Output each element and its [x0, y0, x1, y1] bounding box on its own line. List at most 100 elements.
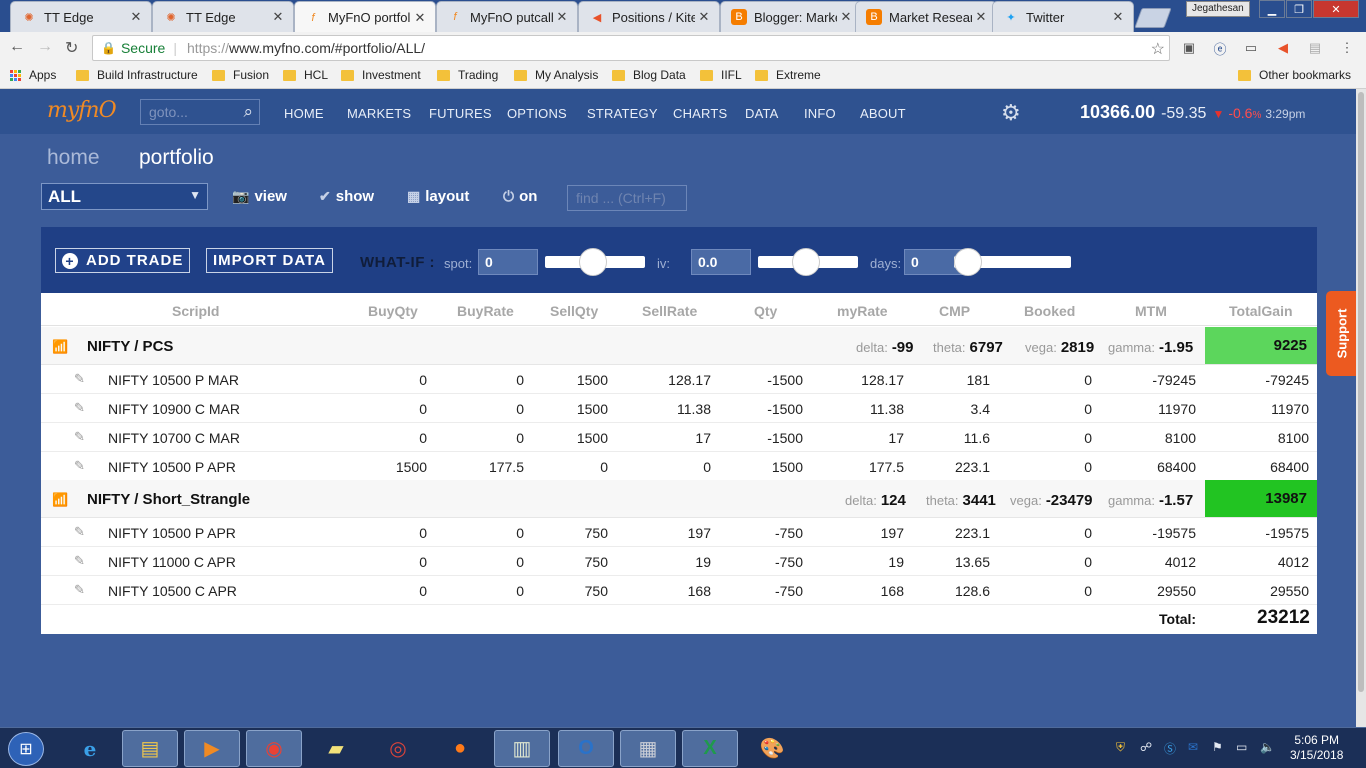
col-sellrate[interactable]: SellRate: [642, 303, 697, 319]
snail-app-icon[interactable]: ◎: [370, 730, 426, 767]
position-group[interactable]: 📶 NIFTY / PCS delta: -99 theta: 6797 vega:…: [41, 327, 1317, 365]
system-clock[interactable]: 5:06 PM 3/15/2018: [1290, 733, 1343, 763]
close-window-icon[interactable]: ✕: [1313, 0, 1359, 18]
sticky-notes-icon[interactable]: ▰: [308, 730, 364, 767]
import-data-button[interactable]: IMPORT DATA: [206, 248, 333, 273]
edit-pencil-icon[interactable]: ✎: [74, 429, 85, 445]
col-booked[interactable]: Booked: [1024, 303, 1075, 319]
col-qty[interactable]: Qty: [754, 303, 777, 319]
nav-charts[interactable]: CHARTS: [673, 106, 727, 121]
col-scripid[interactable]: ScripId: [172, 303, 219, 319]
bookmark-folder[interactable]: My Analysis: [514, 68, 598, 82]
portfolio-select[interactable]: ALL ▼: [41, 183, 208, 210]
nav-strategy[interactable]: STRATEGY: [587, 106, 658, 121]
restore-window-icon[interactable]: ❐: [1286, 0, 1312, 18]
col-buyrate[interactable]: BuyRate: [457, 303, 514, 319]
nav-about[interactable]: ABOUT: [860, 106, 906, 121]
bookmark-folder[interactable]: Blog Data: [612, 68, 686, 82]
forward-arrow-icon[interactable]: →: [37, 38, 53, 56]
bookmark-star-icon[interactable]: ☆: [1151, 39, 1165, 59]
browser-tab[interactable]: ✺ TT Edge ✕: [10, 1, 152, 32]
chart-app-icon[interactable]: ▥: [494, 730, 550, 767]
days-slider[interactable]: [954, 248, 1071, 276]
support-tab[interactable]: Support: [1326, 291, 1358, 376]
settings-gear-icon[interactable]: ⚙: [1001, 100, 1021, 126]
extension-page-icon[interactable]: ▤: [1306, 39, 1324, 57]
nav-info[interactable]: INFO: [804, 106, 836, 121]
col-cmp[interactable]: CMP: [939, 303, 970, 319]
bookmark-apps[interactable]: Apps: [10, 68, 56, 82]
col-mtm[interactable]: MTM: [1135, 303, 1167, 319]
tray-outlook-icon[interactable]: ✉: [1188, 740, 1198, 754]
edit-pencil-icon[interactable]: ✎: [74, 524, 85, 540]
firefox-icon[interactable]: ●: [432, 730, 488, 767]
browser-tab[interactable]: ✦ Twitter ✕: [992, 1, 1134, 32]
breadcrumb-home[interactable]: home: [47, 146, 100, 170]
position-row[interactable]: ✎ NIFTY 10500 C APR 0 0 750 168 -750 168 128.6 0 2…: [41, 576, 1317, 605]
search-icon[interactable]: ⌕: [243, 102, 253, 122]
position-row[interactable]: ✎ NIFTY 10500 P MAR 0 0 1500 128.17 -1500 128.1…: [41, 365, 1317, 394]
close-tab-icon[interactable]: ✕: [695, 9, 713, 25]
nav-options[interactable]: OPTIONS: [507, 106, 567, 121]
slider-handle[interactable]: [579, 248, 607, 276]
close-tab-icon[interactable]: ✕: [972, 9, 990, 25]
position-row[interactable]: ✎ NIFTY 11000 C APR 0 0 750 19 -750 19 13.65 0 401…: [41, 547, 1317, 576]
calculator-icon[interactable]: ▦: [620, 730, 676, 767]
col-totalgain[interactable]: TotalGain: [1229, 303, 1293, 319]
tray-flag-icon[interactable]: ⚑: [1212, 740, 1223, 754]
position-row[interactable]: ✎ NIFTY 10500 P APR 0 0 750 197 -750 197 223.1 0 -…: [41, 518, 1317, 547]
chrome-menu-icon[interactable]: ⋮: [1338, 39, 1356, 57]
browser-tab-active[interactable]: f MyFnO portfoli ✕: [294, 1, 436, 33]
power-toggle-button[interactable]: ⏻ on: [503, 188, 537, 205]
edit-pencil-icon[interactable]: ✎: [74, 458, 85, 474]
browser-tab[interactable]: ◀ Positions / Kite ✕: [578, 1, 720, 32]
col-buyqty[interactable]: BuyQty: [368, 303, 418, 319]
edit-pencil-icon[interactable]: ✎: [74, 400, 85, 416]
layout-button[interactable]: ▦ layout: [407, 188, 469, 205]
kite-extension-icon[interactable]: ◀: [1274, 39, 1292, 57]
spot-slider[interactable]: [545, 248, 645, 276]
iv-input[interactable]: 0.0: [691, 249, 751, 275]
file-explorer-icon[interactable]: ▤: [122, 730, 178, 767]
profile-user-button[interactable]: Jegathesan: [1186, 1, 1250, 17]
close-tab-icon[interactable]: ✕: [411, 10, 429, 26]
secure-indicator[interactable]: 🔒 Secure: [101, 40, 165, 56]
bar-chart-icon[interactable]: 📶: [52, 492, 68, 508]
bookmark-folder[interactable]: Build Infrastructure: [76, 68, 198, 82]
position-group[interactable]: 📶 NIFTY / Short_Strangle delta: 124 theta…: [41, 480, 1317, 518]
bookmark-folder[interactable]: IIFL: [700, 68, 742, 82]
add-trade-button[interactable]: + ADD TRADE: [55, 248, 191, 273]
position-row[interactable]: ✎ NIFTY 10900 C MAR 0 0 1500 11.38 -1500 11.38 3…: [41, 394, 1317, 423]
extension-badge-icon[interactable]: ▣: [1180, 39, 1198, 57]
tray-monitor-icon[interactable]: ▭: [1236, 740, 1247, 754]
internet-explorer-icon[interactable]: e: [62, 730, 118, 767]
bar-chart-icon[interactable]: 📶: [52, 339, 68, 355]
reload-icon[interactable]: ↻: [65, 38, 78, 58]
outlook-icon[interactable]: O: [558, 730, 614, 767]
close-tab-icon[interactable]: ✕: [1109, 9, 1127, 25]
new-tab-button[interactable]: [1134, 8, 1172, 28]
nav-data[interactable]: DATA: [745, 106, 779, 121]
minimize-window-icon[interactable]: ▁: [1259, 0, 1285, 18]
browser-tab[interactable]: ✺ TT Edge ✕: [152, 1, 294, 32]
close-tab-icon[interactable]: ✕: [553, 9, 571, 25]
tray-shield-icon[interactable]: ⛨: [1116, 740, 1125, 755]
col-myrate[interactable]: myRate: [837, 303, 888, 319]
close-tab-icon[interactable]: ✕: [269, 9, 287, 25]
cast-icon[interactable]: ▭: [1242, 39, 1260, 57]
col-sellqty[interactable]: SellQty: [550, 303, 598, 319]
edit-pencil-icon[interactable]: ✎: [74, 553, 85, 569]
bookmark-folder[interactable]: Extreme: [755, 68, 821, 82]
position-row[interactable]: ✎ NIFTY 10700 C MAR 0 0 1500 17 -1500 17 11.6 0 81…: [41, 423, 1317, 452]
browser-tab[interactable]: B Blogger: Marke ✕: [720, 1, 862, 32]
back-arrow-icon[interactable]: ←: [9, 38, 25, 56]
show-button[interactable]: ✔ show: [319, 188, 374, 205]
bookmark-folder[interactable]: Fusion: [212, 68, 269, 82]
bookmark-folder[interactable]: HCL: [283, 68, 328, 82]
myfno-logo[interactable]: myfnO: [47, 98, 117, 123]
spot-input[interactable]: 0: [478, 249, 538, 275]
bookmark-folder[interactable]: Investment: [341, 68, 421, 82]
iv-slider[interactable]: [758, 248, 858, 276]
view-button[interactable]: 📷 view: [232, 188, 287, 205]
scrollbar-thumb[interactable]: [1358, 92, 1364, 692]
